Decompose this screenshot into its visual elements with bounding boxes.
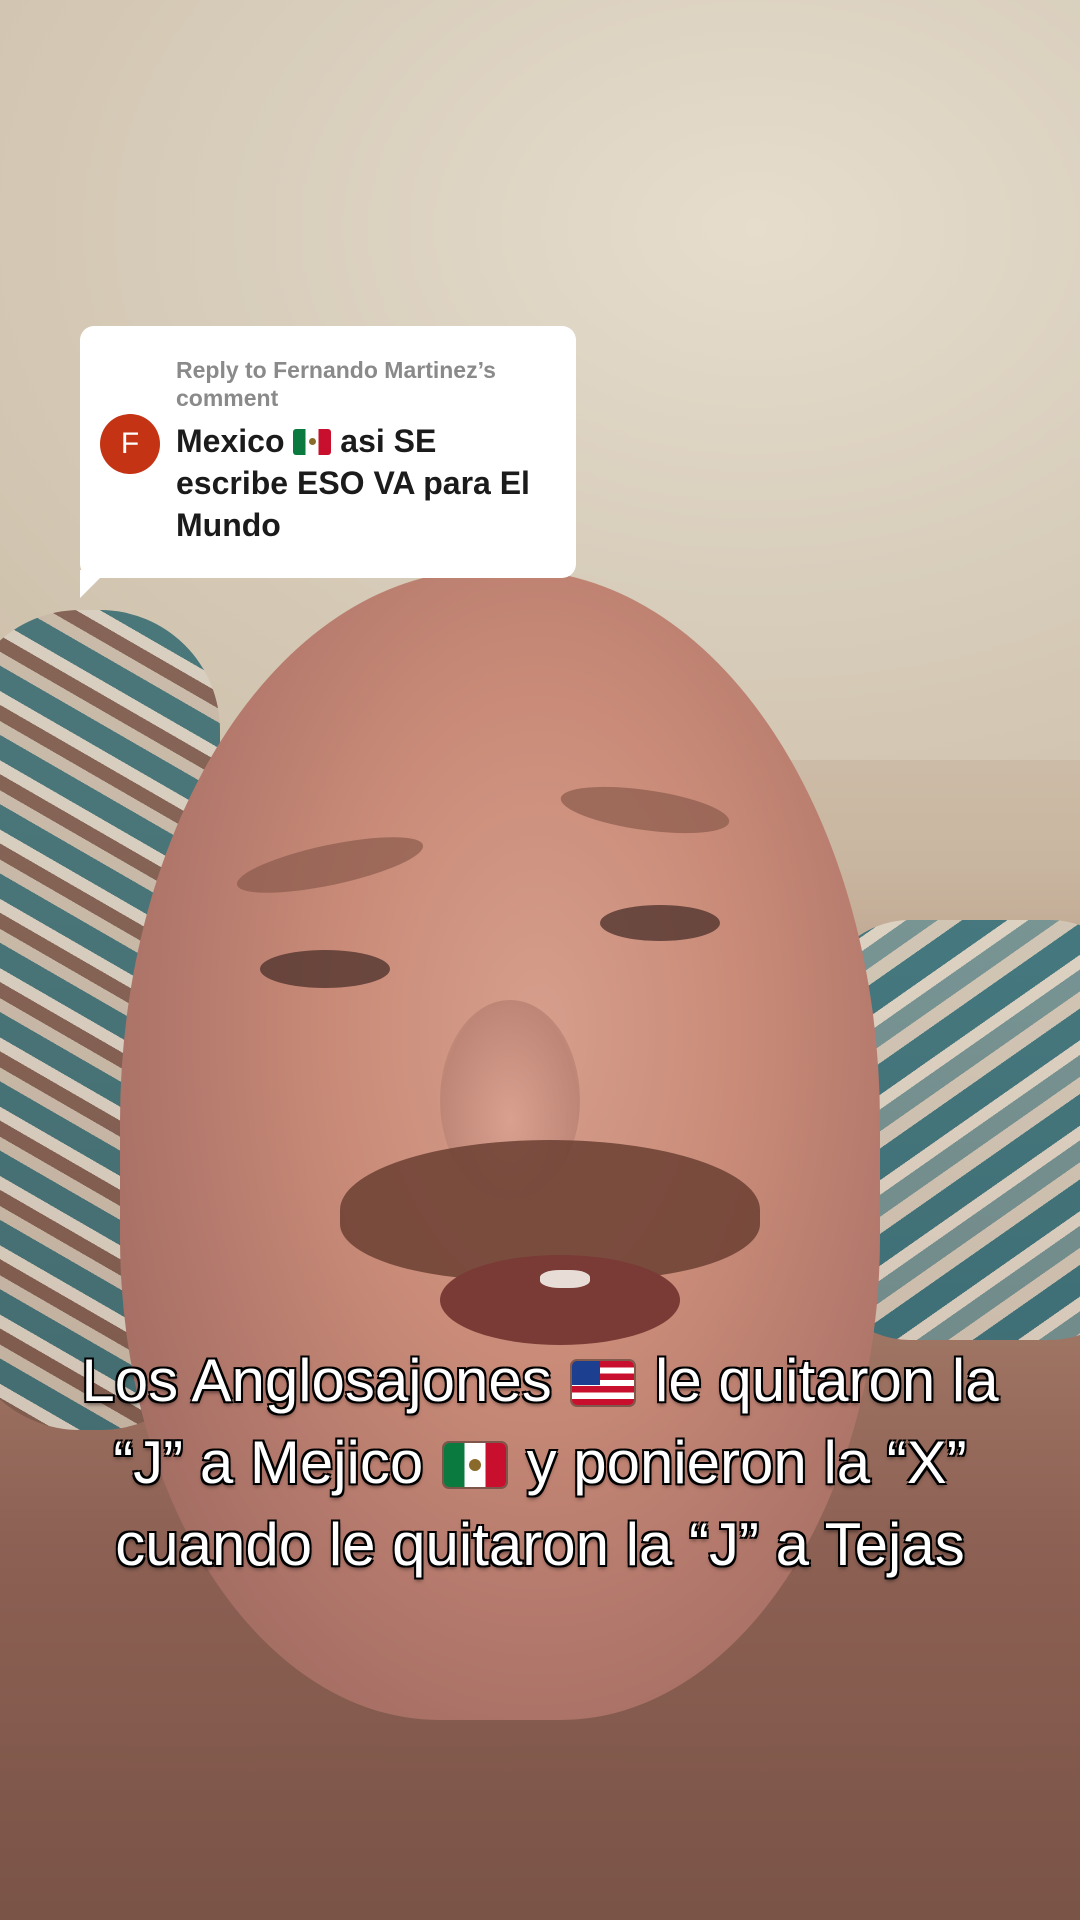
video-frame[interactable]: Reply to Fernando Martinez’s comment F M… (0, 0, 1080, 1920)
teeth (540, 1270, 590, 1288)
commenter-avatar[interactable]: F (100, 414, 160, 474)
reply-text-part1: Mexico (176, 423, 294, 459)
left-eye (260, 950, 390, 988)
mexico-flag-icon (293, 429, 332, 455)
reply-header: Reply to Fernando Martinez’s comment (176, 357, 496, 411)
us-flag-icon (572, 1361, 635, 1405)
caption-part1: Los Anglosajones (81, 1347, 569, 1414)
comment-reply-sticker[interactable]: Reply to Fernando Martinez’s comment F M… (80, 326, 576, 578)
video-caption: Los Anglosajones le quitaron la “J” a Me… (40, 1340, 1040, 1586)
mouth (440, 1255, 680, 1345)
right-eye (600, 905, 720, 941)
reply-comment-text: Mexico asi SE escribe ESO VA para El Mun… (176, 420, 556, 546)
reply-bubble-tail (80, 570, 108, 598)
mexico-flag-icon (443, 1443, 506, 1487)
